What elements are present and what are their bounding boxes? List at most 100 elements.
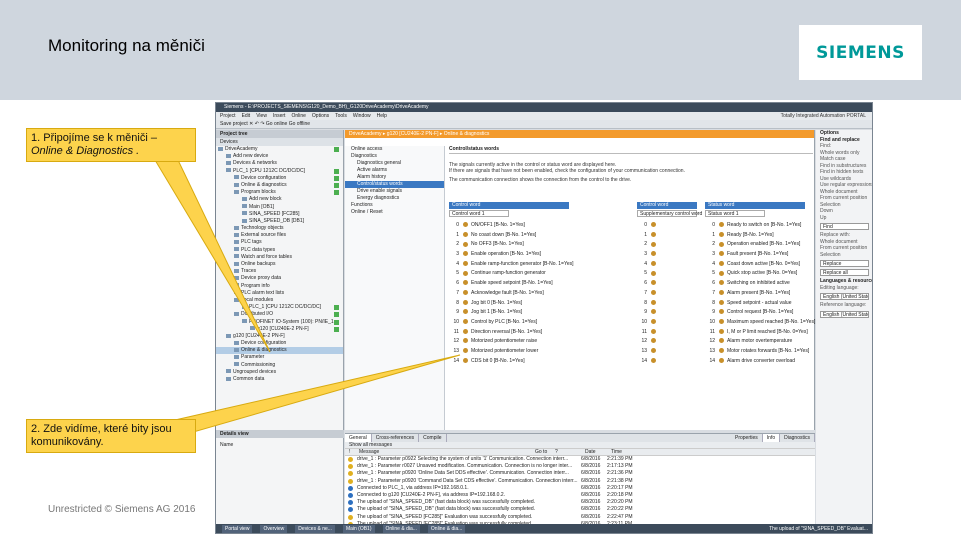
- menu-item-tools[interactable]: Tools: [335, 113, 347, 119]
- taskbar-item[interactable]: Main (OB1): [342, 525, 375, 533]
- tree-item[interactable]: Traces: [216, 268, 343, 275]
- tab-properties[interactable]: Properties: [731, 434, 763, 442]
- nav-item[interactable]: Diagnostics: [345, 153, 444, 160]
- tree-item[interactable]: DriveAcademy: [216, 146, 343, 153]
- tab-compile[interactable]: Compile: [419, 434, 447, 442]
- project-tree[interactable]: Project tree Devices DriveAcademy Add new…: [216, 130, 344, 524]
- nav-item[interactable]: Active alarms: [345, 167, 444, 174]
- tree-item[interactable]: Watch and force tables: [216, 254, 343, 261]
- nav-item[interactable]: Alarm history: [345, 174, 444, 181]
- menu-item-project[interactable]: Project: [220, 113, 236, 119]
- nav-item[interactable]: Control/status words: [345, 181, 444, 188]
- message-row[interactable]: drive_1 : Parameter p0922 Selecting the …: [345, 456, 815, 463]
- message-row[interactable]: The upload of "SINA_SPEED_DB" (fast data…: [345, 499, 815, 506]
- tree-item[interactable]: Online & diagnostics: [216, 347, 343, 355]
- taskbar-item[interactable]: Portal view: [222, 525, 253, 533]
- tab-diagnostics[interactable]: Diagnostics: [780, 434, 815, 442]
- nav-item[interactable]: Diagnostics general: [345, 160, 444, 167]
- message-filter[interactable]: Show all messages: [345, 442, 815, 449]
- tab-general[interactable]: General: [345, 434, 372, 442]
- tree-item[interactable]: External source files: [216, 232, 343, 239]
- nav-item[interactable]: Drive enable signals: [345, 188, 444, 195]
- devices-tab[interactable]: Devices: [216, 138, 343, 146]
- tree-item[interactable]: PLC_1 [CPU 1212C DC/DC/DC]: [216, 168, 343, 175]
- tasks-pane[interactable]: Options Find and replace Find: Whole words …: [816, 130, 872, 524]
- tasks-item[interactable]: English (United States): [820, 310, 869, 318]
- menu-item-help[interactable]: Help: [377, 113, 387, 119]
- taskbar-item[interactable]: Online & dia...: [427, 525, 466, 533]
- tree-item[interactable]: Add new device: [216, 153, 343, 160]
- nav-item[interactable]: Energy diagnostics: [345, 195, 444, 202]
- nav-item[interactable]: Online / Reset: [345, 209, 444, 216]
- tab-cross-references[interactable]: Cross-references: [372, 434, 420, 442]
- tree-item[interactable]: Common data: [216, 376, 343, 383]
- tree-node-icon: [234, 311, 239, 316]
- bit-number: 11: [453, 328, 459, 335]
- tab-info[interactable]: Info: [762, 434, 781, 442]
- tree-list[interactable]: DriveAcademy Add new device Devices & netw…: [216, 146, 343, 383]
- message-row[interactable]: The upload of "SINA_SPEED_DB" (fast data…: [345, 506, 815, 513]
- tia-toolbar[interactable]: Save project ✕ ↶ ↷ Go online Go offline: [216, 120, 872, 129]
- tree-item[interactable]: Online backups: [216, 261, 343, 268]
- tree-item[interactable]: Device configuration: [216, 175, 343, 182]
- menu-item-online[interactable]: Online: [291, 113, 305, 119]
- message-row[interactable]: drive_1 : Parameter r0027 Unsaved modifi…: [345, 463, 815, 470]
- col1-select[interactable]: Control word 1: [449, 210, 509, 217]
- tree-item[interactable]: Online & diagnostics: [216, 182, 343, 189]
- tree-item[interactable]: PLC alarm text lists: [216, 290, 343, 297]
- diagnostics-nav[interactable]: Online access Diagnostics Diagnostics gene…: [345, 146, 445, 430]
- nav-item[interactable]: Online access: [345, 146, 444, 153]
- menu-item-options[interactable]: Options: [312, 113, 329, 119]
- tree-item[interactable]: Main [OB1]: [216, 204, 343, 211]
- menu-item-edit[interactable]: Edit: [242, 113, 251, 119]
- inspector-tabs[interactable]: General Cross-references Compile Properties…: [345, 434, 815, 442]
- details-view-header[interactable]: Details view: [216, 430, 344, 438]
- message-row[interactable]: The upload of "SINA_SPEED [FC285]" Evalu…: [345, 514, 815, 521]
- taskbar-item[interactable]: Online & dia...: [382, 525, 420, 533]
- bit-label: Control by PLC [B-No. 1=Yes]: [471, 318, 538, 325]
- tree-item[interactable]: Device proxy data: [216, 275, 343, 282]
- message-row[interactable]: Connected to PLC_1, via address IP=192.1…: [345, 485, 815, 492]
- tree-item[interactable]: Commissioning: [216, 362, 343, 369]
- tree-item[interactable]: PLC tags: [216, 239, 343, 246]
- tree-item[interactable]: g120 [CU240E-2 PN-F]: [216, 326, 343, 333]
- tree-item[interactable]: PROFINET IO-System (100): PN/IE_1: [216, 319, 343, 326]
- message-list[interactable]: drive_1 : Parameter p0922 Selecting the …: [345, 456, 815, 533]
- tasks-item[interactable]: Replace all: [820, 269, 869, 276]
- tree-item[interactable]: SINA_SPEED [FC285]: [216, 211, 343, 218]
- message-row[interactable]: drive_1 : Parameter p0920 'Command Data …: [345, 478, 815, 485]
- tree-item[interactable]: Device configuration: [216, 340, 343, 347]
- tree-item[interactable]: SINA_SPEED_DB [DB1]: [216, 218, 343, 225]
- tree-item[interactable]: Local modules: [216, 297, 343, 304]
- col3-select[interactable]: Status word 1: [705, 210, 765, 217]
- tia-taskbar[interactable]: Portal view Overview Devices & ne... Main (…: [216, 524, 872, 533]
- menu-item-insert[interactable]: Insert: [273, 113, 286, 119]
- tasks-item[interactable]: Find: [820, 223, 869, 230]
- online-diagnostics-editor[interactable]: DriveAcademy ▸ g120 [CU240E-2 PN-F] ▸ On…: [345, 130, 815, 430]
- tree-item[interactable]: g120 [CU240E-2 PN-F]: [216, 333, 343, 340]
- message-row[interactable]: drive_1 : Parameter p0920 'Online Data S…: [345, 470, 815, 477]
- tree-item[interactable]: Program blocks: [216, 189, 343, 196]
- tasks-item[interactable]: English (United States): [820, 293, 869, 300]
- tree-item[interactable]: PLC data types: [216, 247, 343, 254]
- property-tabs[interactable]: Properties Info Diagnostics: [731, 434, 815, 442]
- taskbar-item[interactable]: Devices & ne...: [295, 525, 335, 533]
- tasks-item[interactable]: Replace: [820, 260, 869, 267]
- tree-item[interactable]: Program info: [216, 283, 343, 290]
- tree-item[interactable]: Devices & networks: [216, 160, 343, 167]
- tia-menu-bar[interactable]: Project Edit View Insert Online Options Tools W…: [216, 112, 872, 120]
- menu-item-view[interactable]: View: [256, 113, 267, 119]
- nav-item[interactable]: Functions: [345, 202, 444, 209]
- message-row[interactable]: Connected to g120 [CU240E-2 PN-F], via a…: [345, 492, 815, 499]
- tree-item[interactable]: Parameter: [216, 354, 343, 361]
- tree-item[interactable]: PLC_1 [CPU 1212C DC/DC/DC]: [216, 304, 343, 311]
- tree-item[interactable]: Add new block: [216, 196, 343, 203]
- tree-item[interactable]: Distributed I/O: [216, 311, 343, 318]
- menu-item-window[interactable]: Window: [353, 113, 371, 119]
- col2-select[interactable]: Supplementary control word: [637, 210, 702, 217]
- message-time: 2:21:38 PM: [607, 477, 633, 484]
- inspector-window[interactable]: General Cross-references Compile Properties…: [345, 433, 815, 533]
- taskbar-item[interactable]: Overview: [260, 525, 288, 533]
- tree-item[interactable]: Ungrouped devices: [216, 369, 343, 376]
- tree-item[interactable]: Technology objects: [216, 225, 343, 232]
